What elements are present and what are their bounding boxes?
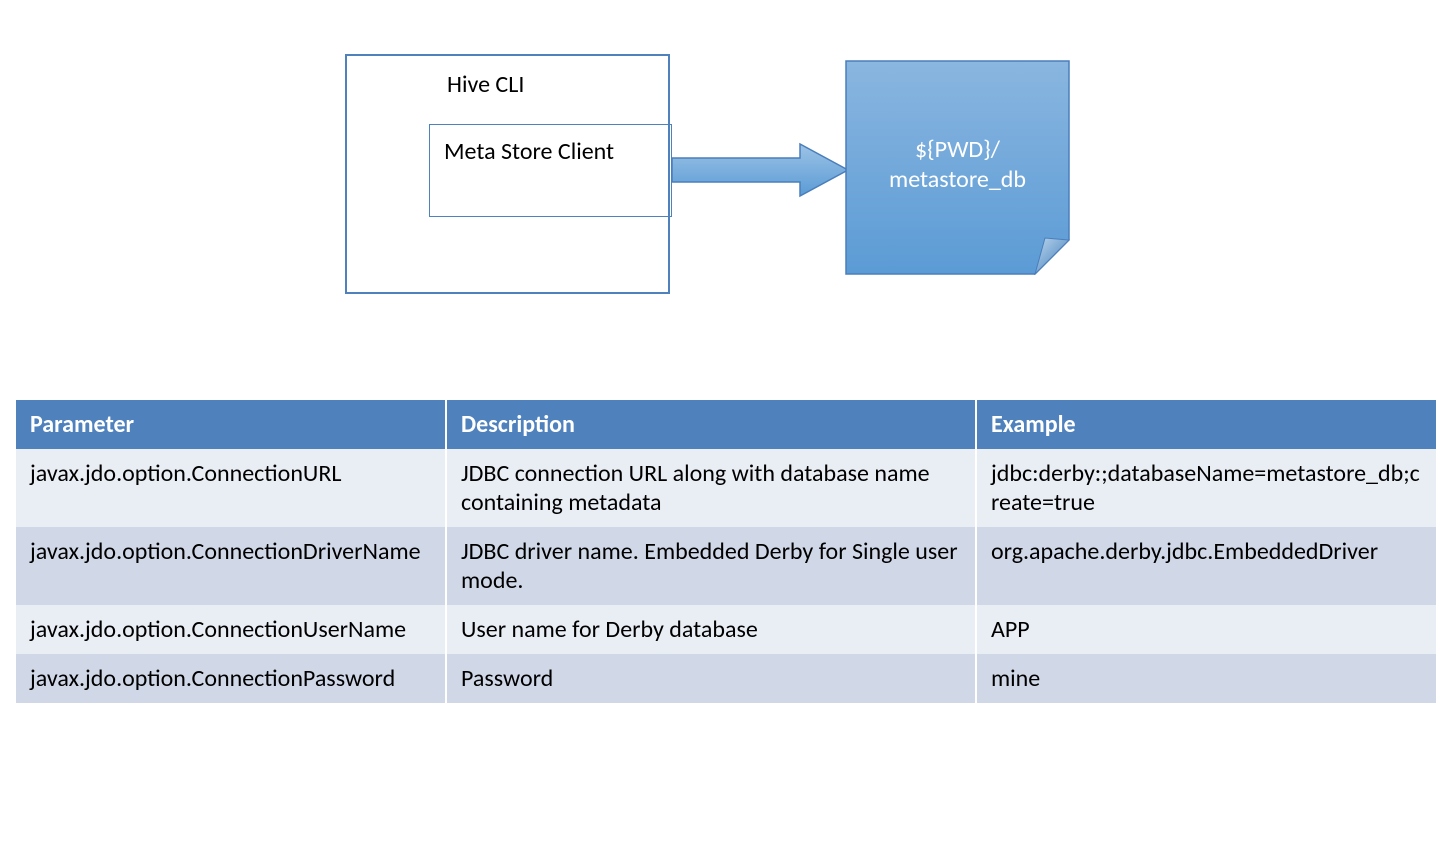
- cell-parameter: javax.jdo.option.ConnectionURL: [16, 449, 446, 527]
- cell-description: JDBC driver name. Embedded Derby for Sin…: [446, 527, 976, 605]
- cell-description: Password: [446, 654, 976, 703]
- header-description: Description: [446, 400, 976, 449]
- parameters-table: Parameter Description Example javax.jdo.…: [16, 400, 1436, 703]
- header-example: Example: [976, 400, 1436, 449]
- hive-cli-box: Hive CLI Meta Store Client: [345, 54, 670, 294]
- note-line-2: metastore_db: [889, 165, 1026, 194]
- table-row: javax.jdo.option.ConnectionUserName User…: [16, 605, 1436, 654]
- table-header-row: Parameter Description Example: [16, 400, 1436, 449]
- metastore-db-note: ${PWD}/ metastore_db: [845, 60, 1070, 275]
- cell-example: APP: [976, 605, 1436, 654]
- table-row: javax.jdo.option.ConnectionURL JDBC conn…: [16, 449, 1436, 527]
- cell-description: User name for Derby database: [446, 605, 976, 654]
- metastore-db-note-text: ${PWD}/ metastore_db: [845, 135, 1070, 195]
- metastore-client-box: Meta Store Client: [429, 124, 672, 217]
- cell-parameter: javax.jdo.option.ConnectionPassword: [16, 654, 446, 703]
- cell-parameter: javax.jdo.option.ConnectionDriverName: [16, 527, 446, 605]
- cell-example: mine: [976, 654, 1436, 703]
- cell-example: org.apache.derby.jdbc.EmbeddedDriver: [976, 527, 1436, 605]
- cell-parameter: javax.jdo.option.ConnectionUserName: [16, 605, 446, 654]
- hive-cli-title: Hive CLI: [447, 70, 524, 99]
- cell-example: jdbc:derby:;databaseName=metastore_db;cr…: [976, 449, 1436, 527]
- table-row: javax.jdo.option.ConnectionPassword Pass…: [16, 654, 1436, 703]
- arrow-icon: [670, 140, 850, 200]
- note-line-1: ${PWD}/: [915, 135, 1000, 164]
- header-parameter: Parameter: [16, 400, 446, 449]
- cell-description: JDBC connection URL along with database …: [446, 449, 976, 527]
- architecture-diagram: Hive CLI Meta Store Client: [0, 0, 1452, 340]
- table-row: javax.jdo.option.ConnectionDriverName JD…: [16, 527, 1436, 605]
